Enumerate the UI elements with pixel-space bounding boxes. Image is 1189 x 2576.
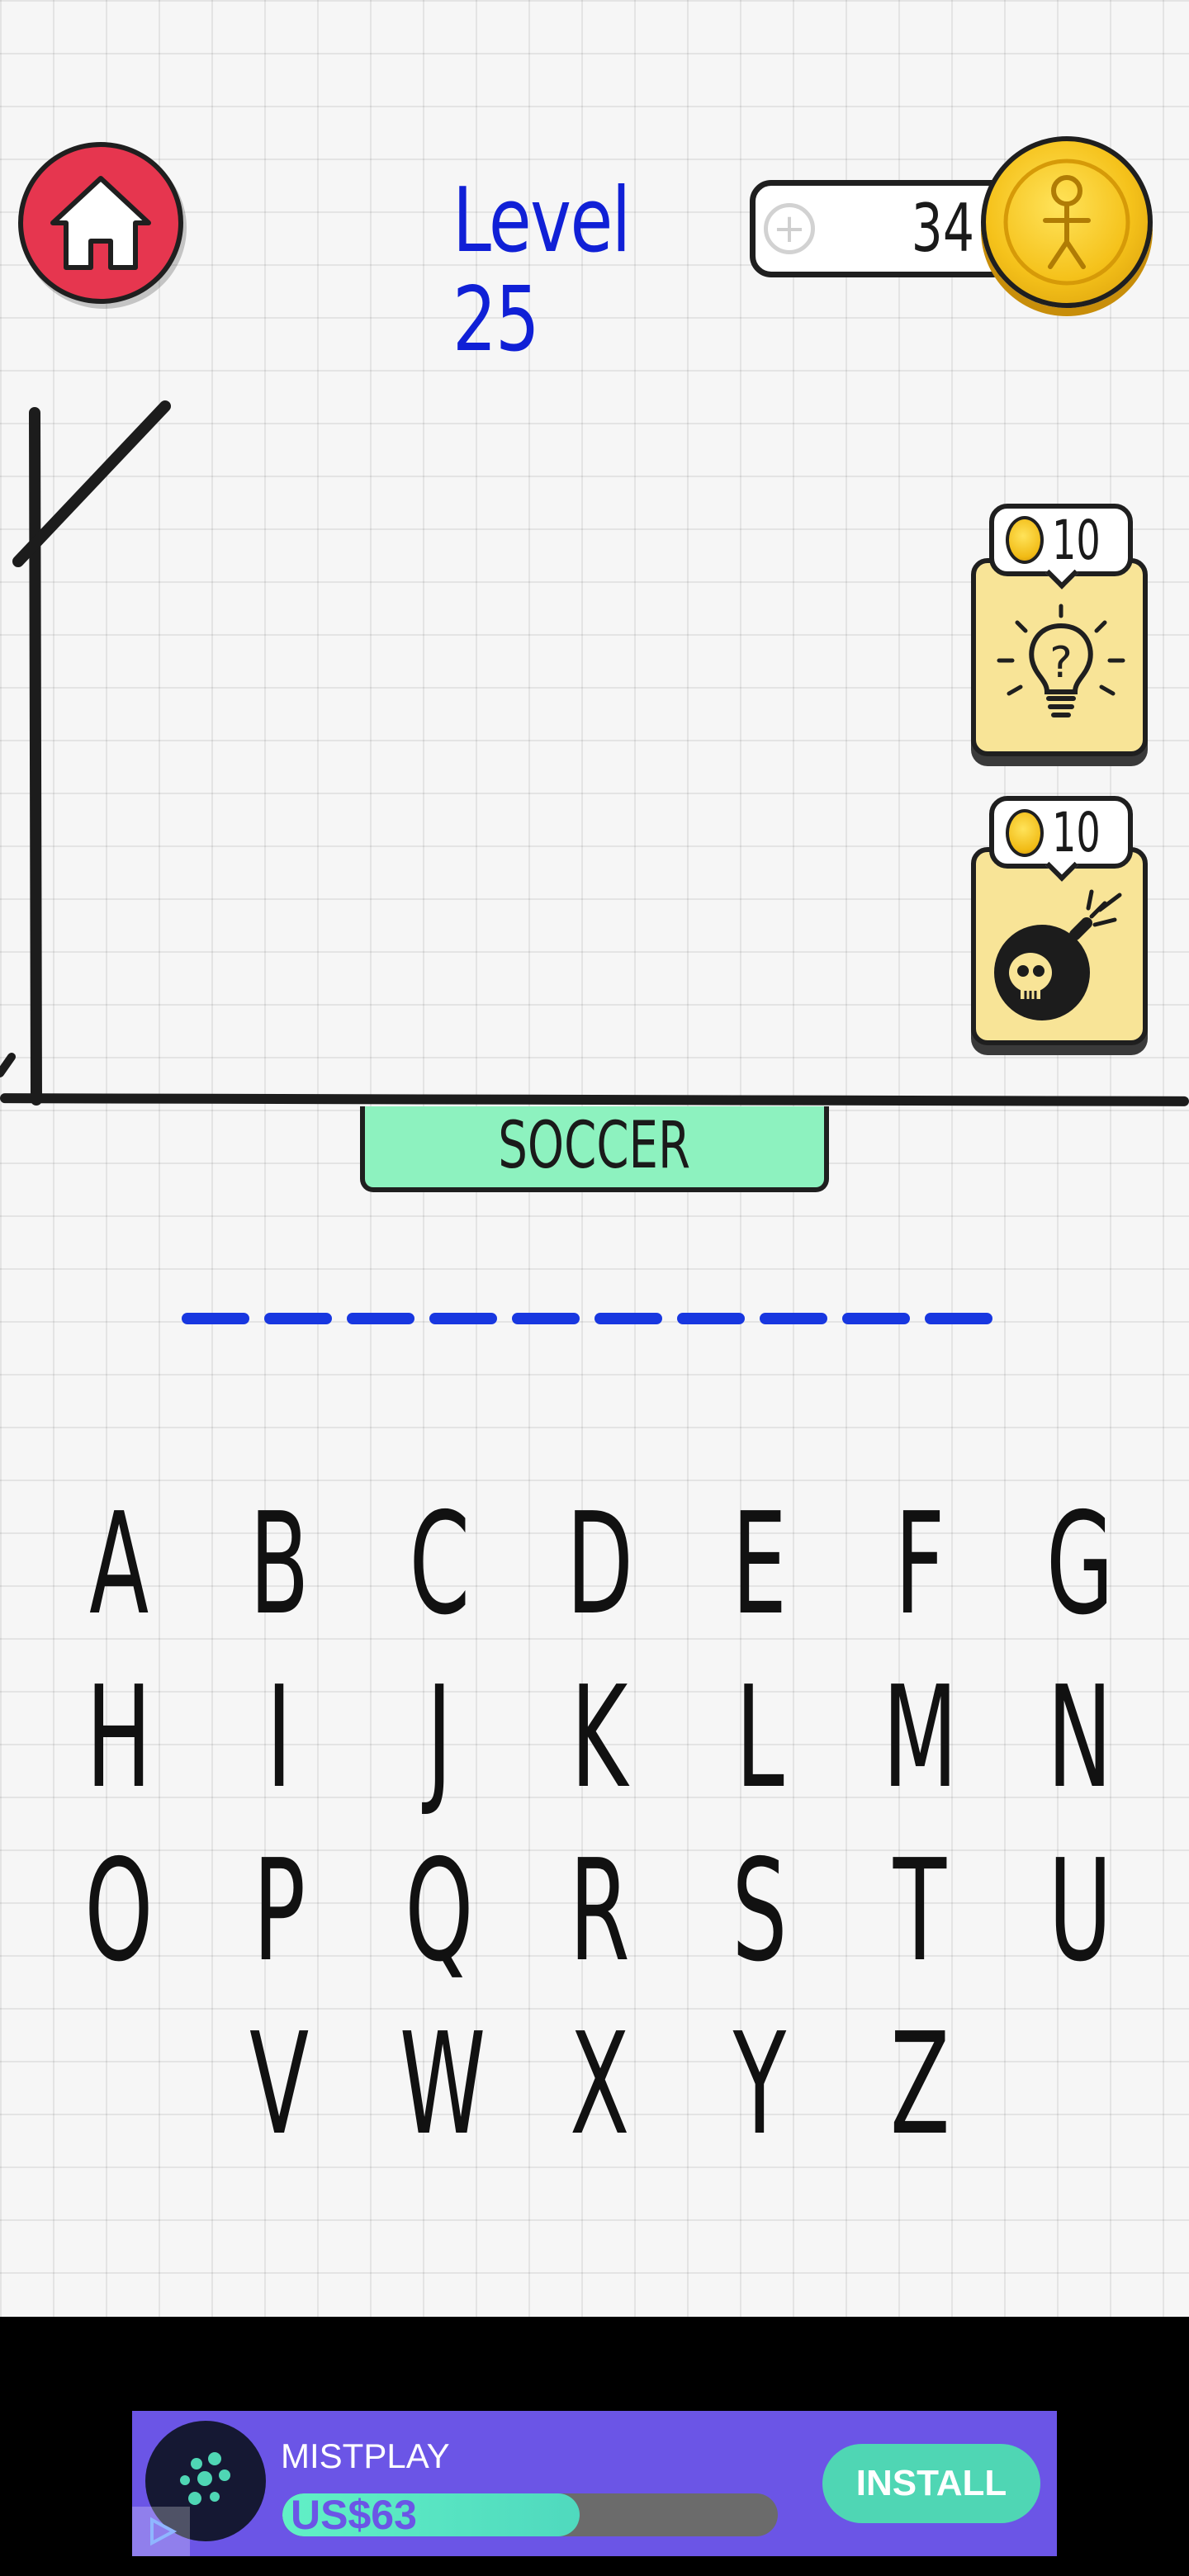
letter-key-i[interactable]: I [213,1660,345,1816]
reveal-hint-cost: 10 [1052,509,1101,572]
letter-key-j[interactable]: J [373,1660,505,1816]
letter-key-label: E [732,1483,788,1646]
letter-key-label: F [894,1483,945,1646]
letter-key-label: X [569,2003,630,2166]
svg-text:?: ? [1049,638,1073,688]
letter-key-label: C [409,1483,470,1646]
letter-key-label: Q [405,1830,474,1993]
category-tag: SOCCER [360,1106,829,1192]
letter-key-label: V [249,2003,310,2166]
reveal-letter-hint-button[interactable]: ? [971,558,1148,756]
letter-key-label: N [1047,1656,1113,1820]
letter-key-label: J [426,1656,452,1820]
letter-blank [594,1313,662,1324]
letter-blank [842,1313,910,1324]
letter-key-v[interactable]: V [213,2006,345,2163]
letter-key-label: W [399,2003,486,2166]
level-label: Level 25 [452,169,631,372]
letter-key-label: Z [889,2003,950,2166]
ad-choices-icon[interactable] [132,2507,190,2556]
letter-key-o[interactable]: O [53,1833,185,1990]
word-blanks [182,1313,1007,1338]
ad-price: US$63 [291,2492,417,2538]
letter-key-z[interactable]: Z [854,2006,986,2163]
letter-blank [677,1313,745,1324]
letter-key-label: U [1048,1830,1112,1993]
skull-bomb-icon [994,889,1122,1020]
coin-icon [1006,809,1044,857]
letter-blank [512,1313,580,1324]
letter-key-label: S [732,1830,788,1993]
gallows-drawing [0,400,171,1106]
letter-key-label: P [253,1830,306,1993]
letter-key-m[interactable]: M [854,1660,986,1816]
add-coins-icon[interactable]: + [764,203,815,254]
letter-key-q[interactable]: Q [373,1833,505,1990]
letter-key-label: I [266,1656,292,1820]
letter-key-label: L [735,1656,784,1820]
letter-key-label: Y [732,2003,787,2166]
letter-key-label: M [882,1656,958,1820]
letter-key-d[interactable]: D [533,1486,666,1643]
letter-key-label: H [86,1656,152,1820]
letter-key-g[interactable]: G [1014,1486,1146,1643]
letter-key-label: O [84,1830,154,1993]
coin-icon [981,136,1153,308]
letter-key-f[interactable]: F [854,1486,986,1643]
letter-key-s[interactable]: S [694,1833,826,1990]
letter-key-r[interactable]: R [533,1833,666,1990]
remove-hint-cost: 10 [1052,801,1101,864]
letter-key-label: T [893,1830,947,1993]
letter-key-e[interactable]: E [694,1486,826,1643]
letter-key-label: D [566,1483,633,1646]
letter-key-label: B [249,1483,310,1646]
install-button[interactable]: INSTALL [822,2444,1040,2523]
letter-key-b[interactable]: B [213,1486,345,1643]
coin-icon [1006,516,1044,564]
letter-key-a[interactable]: A [53,1486,185,1643]
letter-blank [925,1313,992,1324]
letter-key-u[interactable]: U [1014,1833,1146,1990]
letter-blank [429,1313,497,1324]
home-button[interactable] [18,142,183,304]
letter-blank [264,1313,332,1324]
letter-key-t[interactable]: T [854,1833,986,1990]
letter-blank [347,1313,414,1324]
letter-key-y[interactable]: Y [694,2006,826,2163]
lightbulb-question-icon: ? [997,604,1125,717]
letter-key-c[interactable]: C [373,1486,505,1643]
letter-key-h[interactable]: H [53,1660,185,1816]
letter-key-label: G [1046,1483,1114,1646]
letter-blank [182,1313,249,1324]
letter-key-w[interactable]: W [373,2006,505,2163]
coin-count: 34 [911,190,974,267]
ad-app-name: MISTPLAY [281,2436,450,2475]
letter-key-n[interactable]: N [1014,1660,1146,1816]
letter-key-label: R [569,1830,630,1993]
letter-key-label: K [571,1656,628,1820]
house-icon [50,176,151,270]
letter-key-k[interactable]: K [533,1660,666,1816]
letter-key-label: A [88,1483,149,1646]
letter-blank [760,1313,827,1324]
category-label: SOCCER [498,1109,691,1183]
letter-key-l[interactable]: L [694,1660,826,1816]
letter-key-p[interactable]: P [213,1833,345,1990]
letter-key-x[interactable]: X [533,2006,666,2163]
